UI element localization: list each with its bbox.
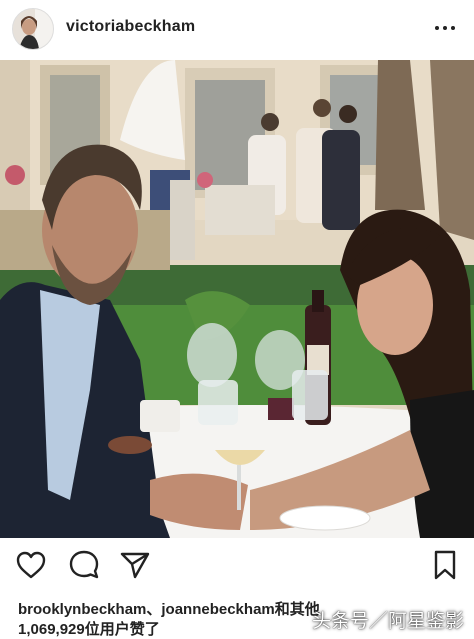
more-options-icon[interactable]	[430, 14, 460, 42]
profile-avatar[interactable]	[12, 8, 54, 50]
heart-icon[interactable]	[14, 548, 48, 582]
avatar-image	[13, 9, 53, 49]
post-header: victoriabeckham	[0, 0, 474, 58]
like-count[interactable]: 1,069,929位用户赞了	[18, 618, 160, 639]
watermark-text: 头条号／阿星鉴影	[311, 611, 464, 632]
post-photo[interactable]	[0, 60, 474, 538]
comment-icon[interactable]	[67, 548, 101, 582]
liked-by-text[interactable]: brooklynbeckham、joannebeckham和其他	[18, 598, 320, 619]
post-username[interactable]: victoriabeckham	[66, 18, 195, 36]
post-image	[0, 60, 474, 538]
post-actions	[0, 540, 474, 588]
bookmark-icon[interactable]	[428, 548, 462, 582]
send-icon[interactable]	[118, 548, 152, 582]
